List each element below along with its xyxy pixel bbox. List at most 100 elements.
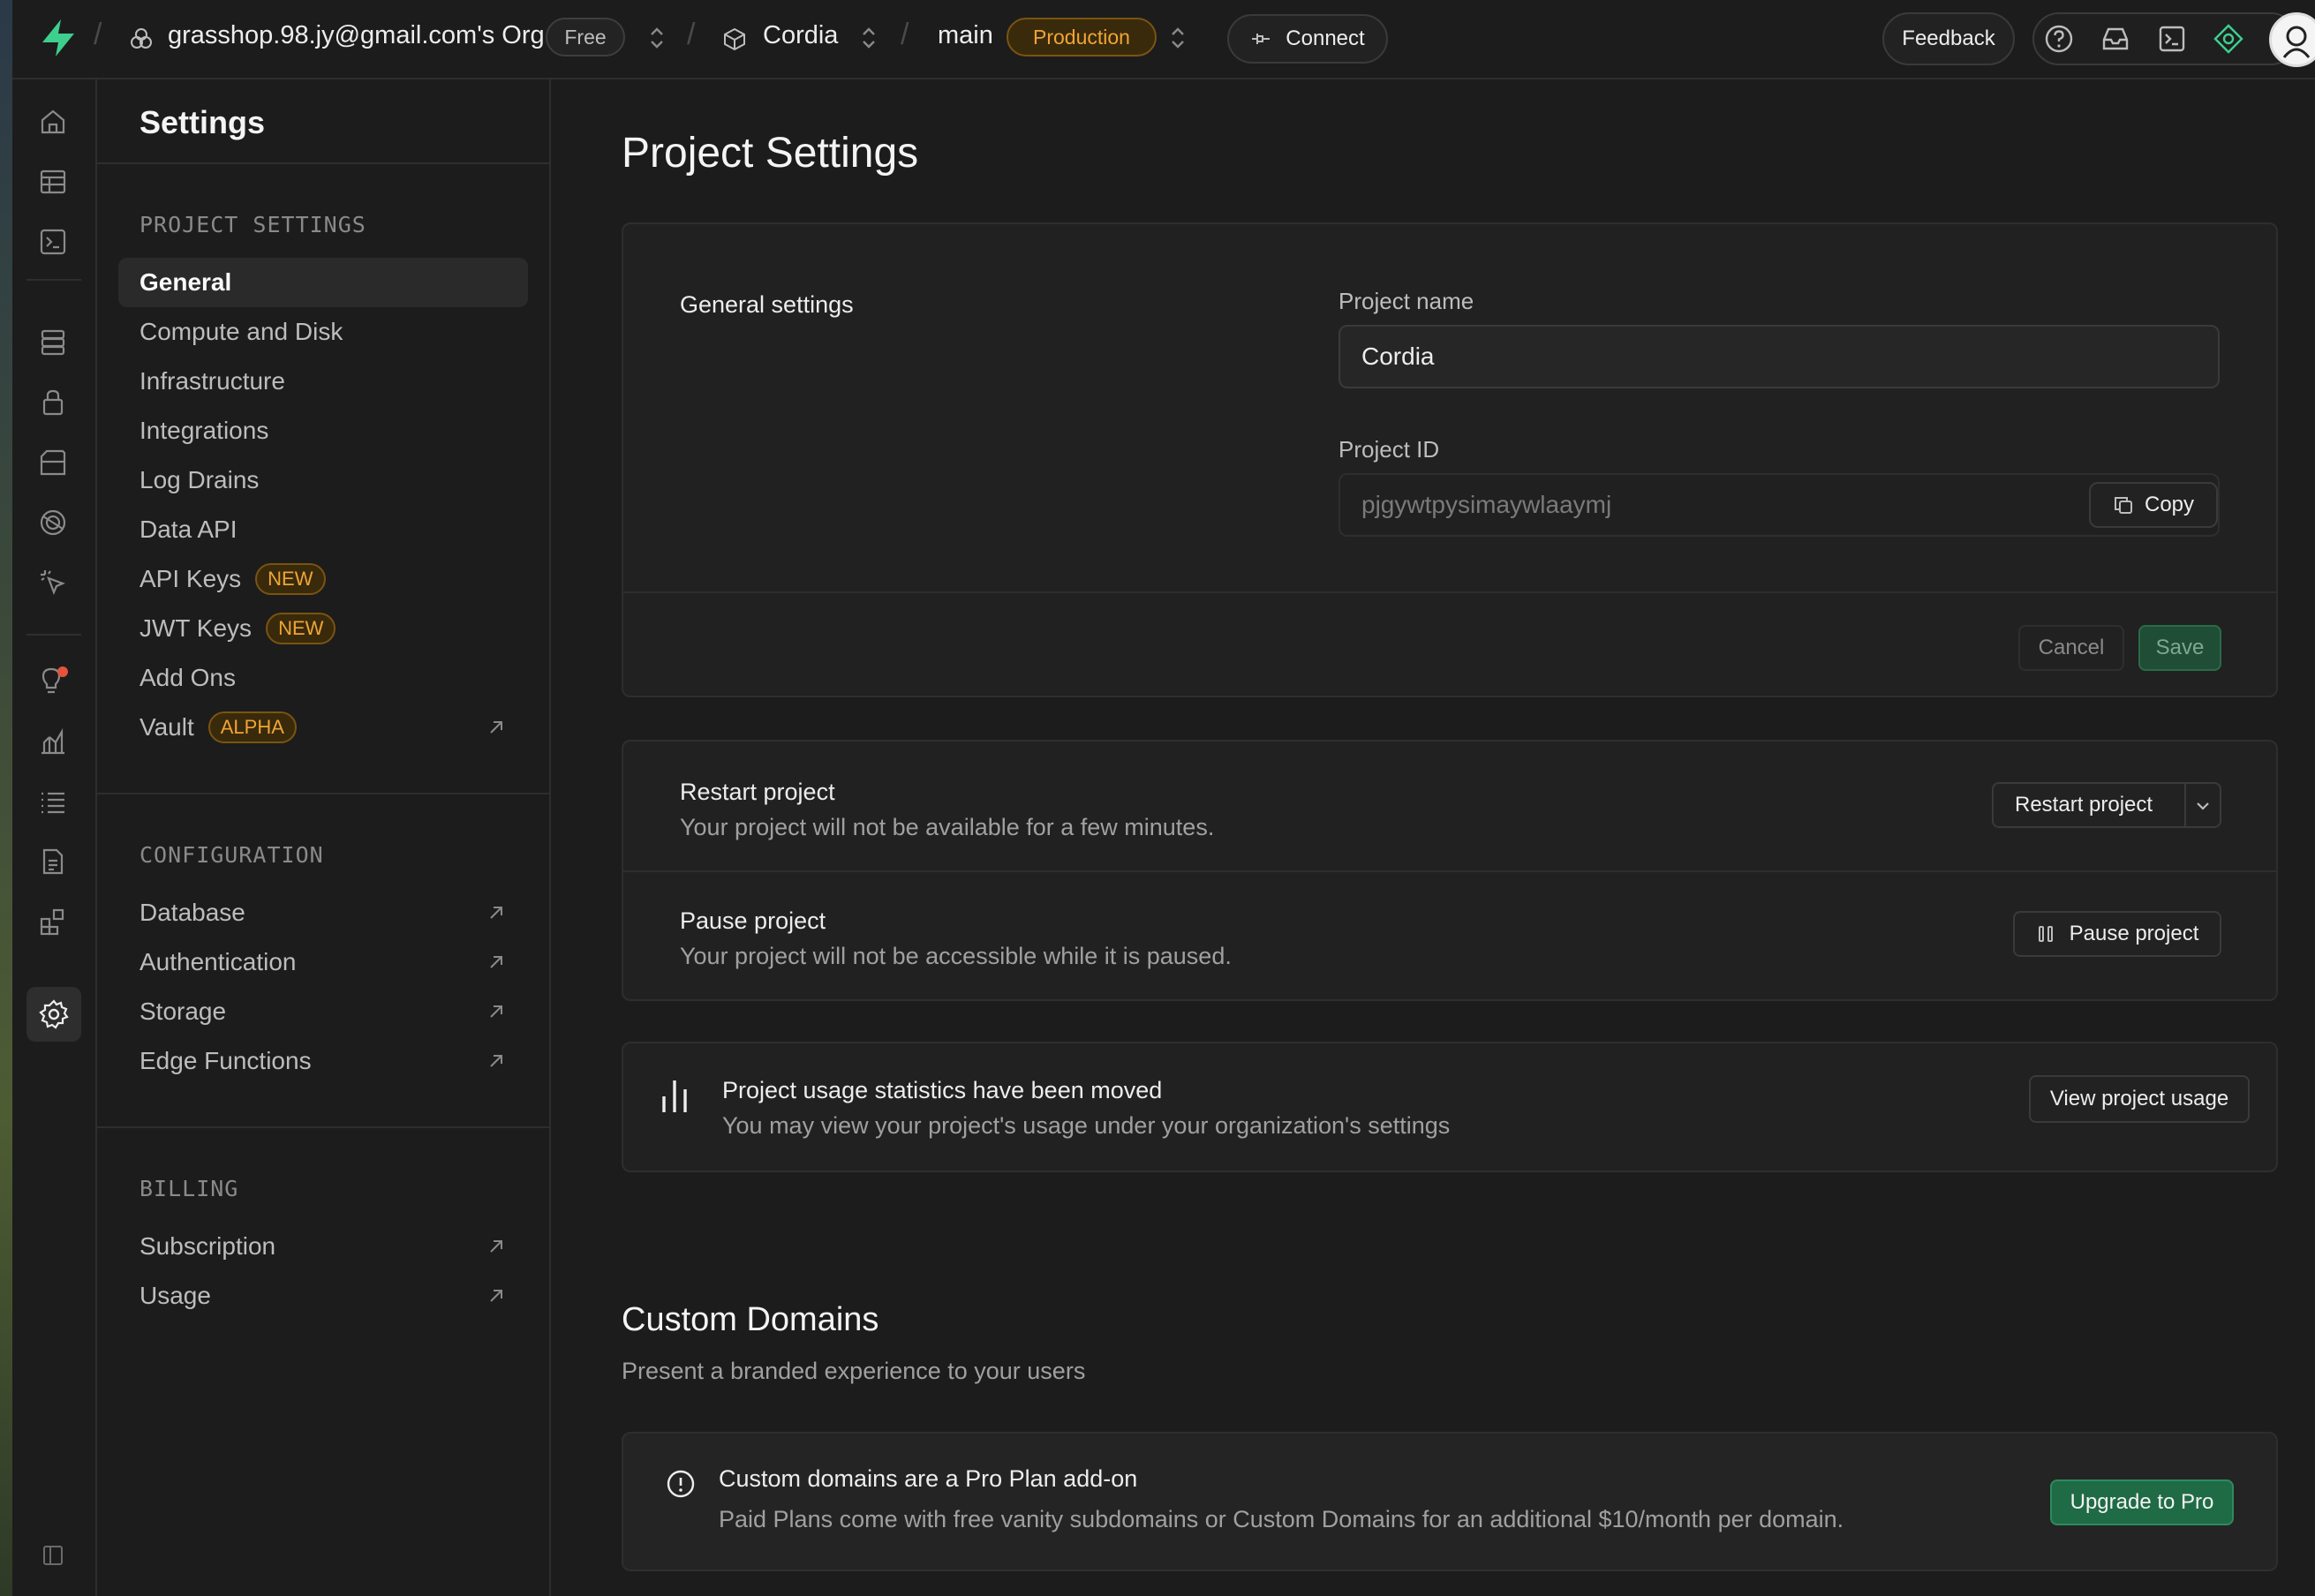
logs-list-icon[interactable]: [34, 782, 72, 821]
sidebar-item-infrastructure[interactable]: Infrastructure: [118, 357, 528, 406]
sidebar-item-storage[interactable]: Storage: [118, 987, 528, 1036]
section-heading-project-settings: PROJECT SETTINGS: [140, 212, 366, 237]
sidebar-item-label: Edge Functions: [140, 1047, 312, 1074]
settings-sidebar: Settings PROJECT SETTINGS General Comput…: [97, 79, 551, 1596]
sidebar-item-log-drains[interactable]: Log Drains: [118, 455, 528, 505]
auth-lock-icon[interactable]: [34, 383, 72, 422]
rail-divider: [26, 634, 81, 636]
sidebar-item-subscription[interactable]: Subscription: [118, 1222, 528, 1271]
project-name-input[interactable]: Cordia: [1338, 325, 2220, 388]
sidebar-item-label: Log Drains: [140, 466, 260, 493]
org-switcher-chevron-icon[interactable]: [648, 23, 666, 53]
settings-icon[interactable]: [26, 987, 81, 1042]
sidebar-divider: [97, 162, 549, 164]
external-link-arrow-icon: [490, 956, 502, 968]
api-docs-icon[interactable]: [34, 842, 72, 881]
project-id-value: pjgywtpysimaywlaaymj: [1361, 491, 1612, 518]
sidebar-item-add-ons[interactable]: Add Ons: [118, 653, 528, 703]
connect-button[interactable]: Connect: [1227, 14, 1388, 64]
pro-plan-notice: Custom domains are a Pro Plan add-on Pai…: [622, 1432, 2278, 1571]
org-name[interactable]: grasshop.98.jy@gmail.com's Org: [168, 21, 545, 50]
sidebar-item-database[interactable]: Database: [118, 888, 528, 937]
chevron-down-icon[interactable]: [2193, 796, 2213, 816]
project-name[interactable]: Cordia: [763, 21, 838, 50]
advisors-bulb-icon[interactable]: [34, 662, 72, 701]
alpha-badge: ALPHA: [207, 711, 297, 743]
pause-project-description: Your project will not be accessible whil…: [680, 943, 1232, 969]
sidebar-item-vault[interactable]: Vault ALPHA: [118, 703, 528, 752]
connect-label: Connect: [1286, 26, 1365, 50]
assistant-icon[interactable]: [2209, 19, 2248, 58]
supabase-logo-icon[interactable]: [39, 18, 78, 58]
cancel-button[interactable]: Cancel: [2018, 625, 2124, 671]
sidebar-item-authentication[interactable]: Authentication: [118, 937, 528, 987]
branch-switcher-chevron-icon[interactable]: [1169, 23, 1187, 53]
sidebar-item-jwt-keys[interactable]: JWT Keys NEW: [118, 604, 528, 653]
pause-project-label: Pause project: [2069, 922, 2199, 945]
new-badge: NEW: [255, 563, 326, 595]
inbox-icon[interactable]: [2096, 19, 2135, 58]
sidebar-item-label: Usage: [140, 1282, 211, 1309]
database-icon[interactable]: [34, 323, 72, 362]
sidebar-item-label: General: [140, 268, 232, 296]
external-link-arrow-icon: [490, 1005, 502, 1018]
project-id-field[interactable]: pjgywtpysimaywlaaymj: [1338, 473, 2220, 537]
home-icon[interactable]: [34, 102, 72, 141]
pause-project-title: Pause project: [680, 907, 826, 934]
new-badge: NEW: [266, 613, 336, 644]
table-editor-icon[interactable]: [34, 162, 72, 201]
user-avatar[interactable]: [2269, 12, 2315, 67]
plug-icon: [1252, 34, 1271, 44]
sidebar-item-usage[interactable]: Usage: [118, 1271, 528, 1321]
separator-slash: /: [901, 18, 909, 51]
icon-rail: [12, 79, 97, 1596]
sidebar-item-label: Data API: [140, 516, 238, 543]
save-button[interactable]: Save: [2138, 625, 2221, 671]
external-link-arrow-icon: [490, 1055, 502, 1067]
terminal-icon[interactable]: [2153, 19, 2191, 58]
pro-plan-notice-title: Custom domains are a Pro Plan add-on: [719, 1465, 1138, 1492]
sidebar-item-general[interactable]: General: [118, 258, 528, 307]
org-icon: [131, 28, 152, 49]
copy-label: Copy: [2144, 493, 2195, 516]
feedback-button[interactable]: Feedback: [1882, 12, 2015, 65]
cancel-label: Cancel: [2038, 636, 2105, 659]
split-button-divider: [2184, 784, 2186, 826]
usage-notice-description: You may view your project's usage under …: [722, 1112, 1451, 1139]
project-switcher-chevron-icon[interactable]: [860, 23, 878, 53]
branch-name[interactable]: main: [938, 21, 993, 50]
sidebar-item-data-api[interactable]: Data API: [118, 505, 528, 554]
sidebar-divider: [97, 793, 549, 794]
copy-button[interactable]: Copy: [2089, 482, 2218, 528]
reports-icon[interactable]: [34, 722, 72, 761]
edge-functions-icon[interactable]: [34, 563, 72, 602]
realtime-icon[interactable]: [34, 503, 72, 542]
sidebar-item-api-keys[interactable]: API Keys NEW: [118, 554, 528, 604]
sidebar-item-integrations[interactable]: Integrations: [118, 406, 528, 455]
integrations-icon[interactable]: [34, 902, 72, 941]
general-settings-label: General settings: [680, 291, 854, 318]
storage-icon[interactable]: [34, 443, 72, 482]
custom-domains-subtitle: Present a branded experience to your use…: [622, 1358, 1086, 1384]
sidebar-item-label: Subscription: [140, 1232, 276, 1260]
restart-project-title: Restart project: [680, 779, 835, 805]
sidebar-item-label: API Keys: [140, 565, 242, 592]
sidebar-item-label: Database: [140, 899, 245, 926]
project-id-label: Project ID: [1338, 436, 1440, 463]
pause-project-button[interactable]: Pause project: [2013, 911, 2221, 957]
section-heading-billing: BILLING: [140, 1176, 239, 1201]
view-project-usage-button[interactable]: View project usage: [2029, 1075, 2250, 1123]
restart-project-button[interactable]: Restart project: [1992, 782, 2221, 828]
page-title: Project Settings: [622, 130, 919, 177]
sql-editor-icon[interactable]: [34, 222, 72, 261]
plan-badge: Free: [546, 18, 625, 56]
pro-plan-notice-description: Paid Plans come with free vanity subdoma…: [719, 1506, 1844, 1532]
sidebar-item-compute-and-disk[interactable]: Compute and Disk: [118, 307, 528, 357]
help-icon[interactable]: [2040, 19, 2078, 58]
collapse-sidebar-icon[interactable]: [34, 1536, 72, 1575]
project-name-value: Cordia: [1361, 343, 1435, 370]
sidebar-item-label: Authentication: [140, 948, 297, 975]
upgrade-to-pro-button[interactable]: Upgrade to Pro: [2050, 1479, 2234, 1525]
sidebar-item-edge-functions[interactable]: Edge Functions: [118, 1036, 528, 1086]
external-link-arrow-icon: [490, 721, 502, 734]
